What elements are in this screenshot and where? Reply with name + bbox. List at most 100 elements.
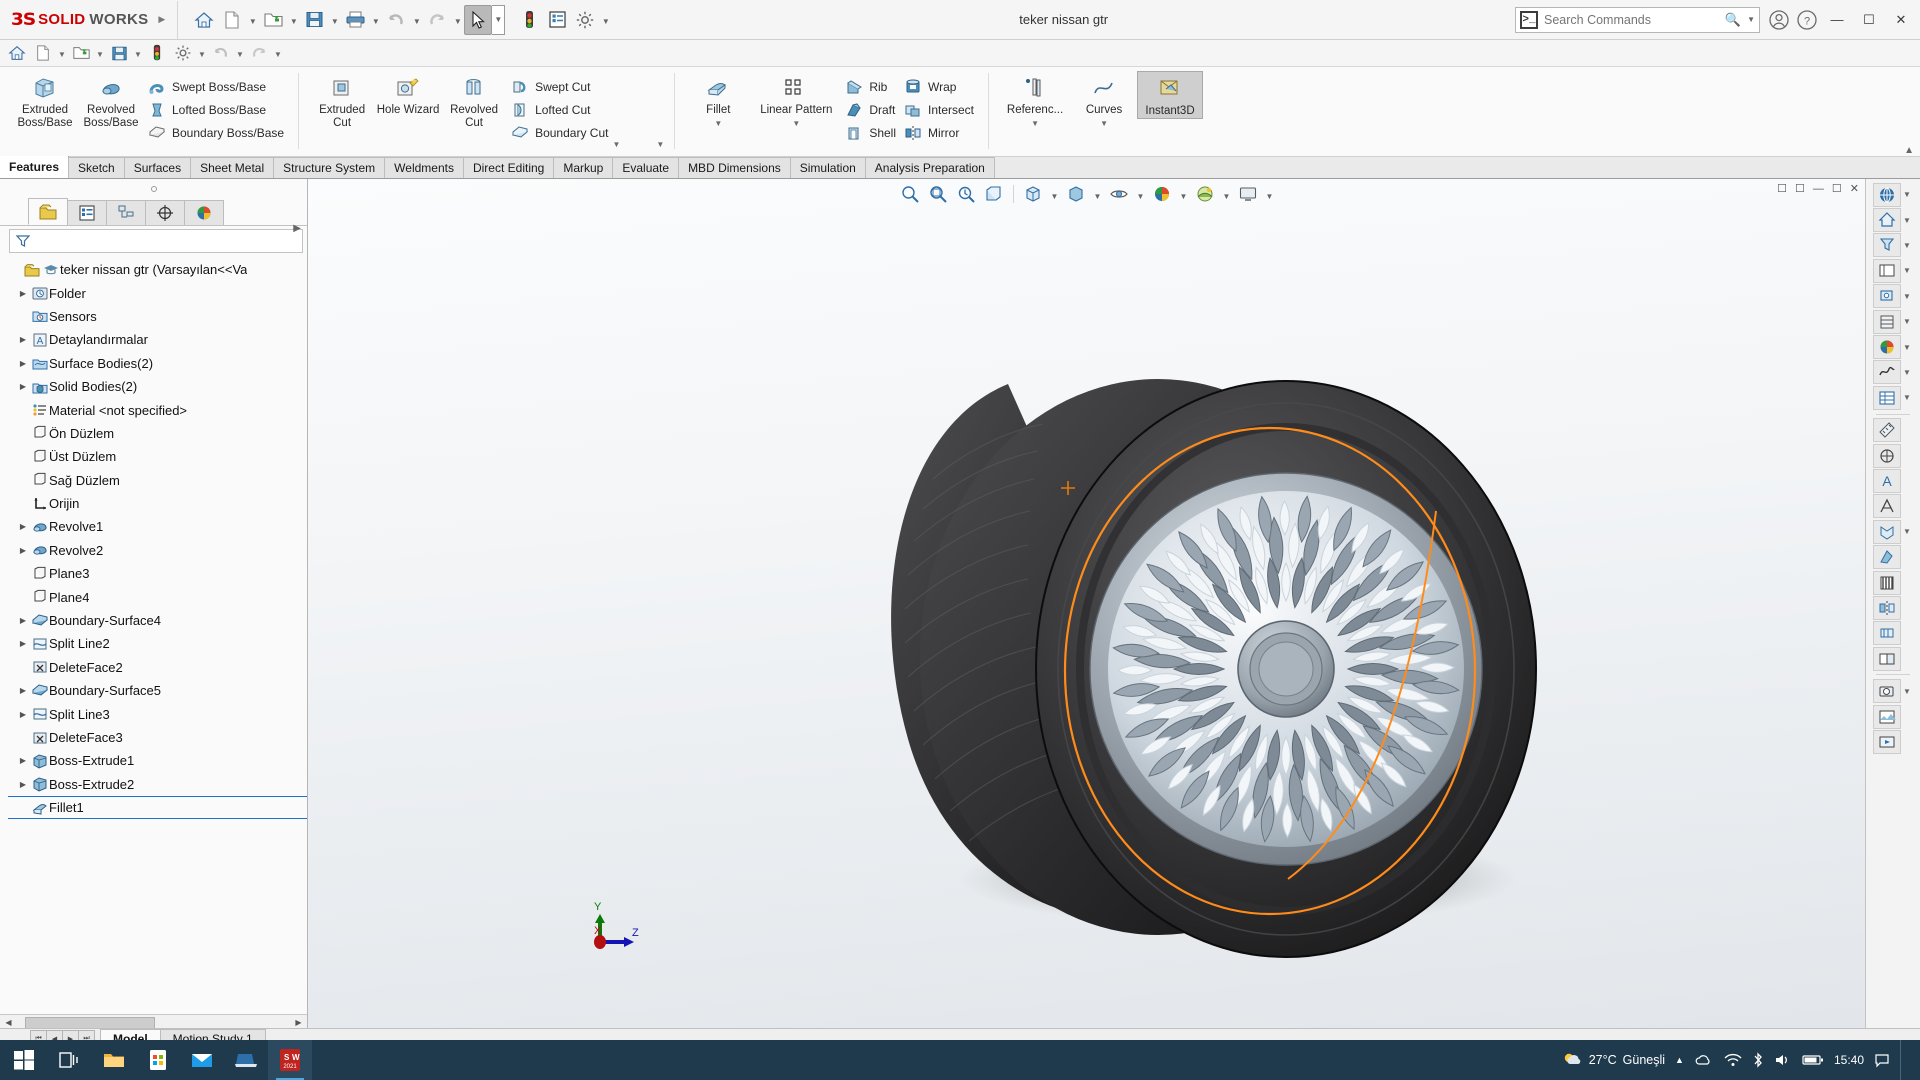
fillet-button[interactable]: Fillet ▼ [685,71,751,128]
open-dropdown[interactable]: ▼ [94,41,106,65]
lights-wave-item[interactable]: ▼ [1873,360,1913,385]
mirror-button[interactable]: Mirror [900,121,978,144]
display-manager-tab[interactable] [184,200,224,225]
symmetry-check-icon[interactable] [1873,596,1901,620]
mass-properties-icon[interactable] [1873,444,1901,468]
new-dropdown[interactable]: ▼ [56,41,68,65]
tab-sketch[interactable]: Sketch [68,157,125,178]
tab-evaluate[interactable]: Evaluate [612,157,679,178]
measure-icon[interactable] [1873,418,1901,442]
undo-icon[interactable] [208,41,234,65]
table-icon[interactable] [1873,386,1901,410]
expand-arrow-icon[interactable]: ▶ [16,359,30,368]
tree-item-split-line2[interactable]: ▶Split Line2 [8,632,307,655]
new-document-icon[interactable] [30,41,56,65]
section-properties-item[interactable]: ▼ [1873,309,1913,334]
swept-cut-button[interactable]: Swept Cut [507,75,612,98]
curvature-item[interactable]: ▼ [1873,519,1913,544]
thickness-analysis-item[interactable] [1873,621,1913,646]
compare-item[interactable] [1873,646,1913,671]
configuration-manager-tab[interactable] [106,200,146,225]
ribbon-collapse-icon[interactable]: ▲ [1904,145,1914,156]
redo-dropdown[interactable]: ▼ [451,5,464,35]
tree-item-st-d-zlem[interactable]: Üst Düzlem [8,445,307,468]
taskbar-clock[interactable]: 15:40 [1834,1054,1864,1067]
tree-item-orijin[interactable]: Orijin [8,492,307,515]
scroll-thumb[interactable] [25,1017,155,1029]
linear-pattern-dropdown[interactable]: ▼ [792,119,800,128]
new-document-icon[interactable] [218,5,246,35]
tree-item-folder[interactable]: ▶Folder [8,281,307,304]
wrap-button[interactable]: Wrap [900,75,978,98]
panel-expand-icon[interactable]: ▶ [293,223,301,234]
section-properties-caret[interactable]: ▼ [1901,317,1913,326]
tab-sheet-metal[interactable]: Sheet Metal [190,157,274,178]
hide-show-caret[interactable]: ▼ [1901,292,1913,301]
expand-arrow-icon[interactable]: ▶ [16,522,30,531]
redo-icon[interactable] [246,41,272,65]
tree-item-split-line3[interactable]: ▶Split Line3 [8,702,307,725]
revolved-cut-dropdown[interactable]: ▼ [656,136,664,149]
curves-button[interactable]: Curves ▼ [1071,71,1137,128]
tree-item-sa-d-zlem[interactable]: Sağ Düzlem [8,469,307,492]
redo-dropdown[interactable]: ▼ [272,41,284,65]
render-icon[interactable] [1873,705,1901,729]
search-icon[interactable]: 🔍 [1725,12,1741,28]
home-icon[interactable] [190,5,218,35]
draft-analysis-icon[interactable] [1873,545,1901,569]
windows-start-icon[interactable] [0,1040,48,1080]
gear-options-icon[interactable] [170,41,196,65]
scene-sphere-icon[interactable] [1873,335,1901,359]
tree-item-plane4[interactable]: Plane4 [8,585,307,608]
tree-item-solid-bodies-2[interactable]: ▶Solid Bodies(2) [8,375,307,398]
expand-arrow-icon[interactable]: ▶ [16,616,30,625]
tab-simulation[interactable]: Simulation [790,157,866,178]
appearance-filter-item[interactable]: ▼ [1873,233,1913,258]
motion-study-item[interactable] [1873,729,1913,754]
tab-structure-system[interactable]: Structure System [273,157,385,178]
tab-mbd-dimensions[interactable]: MBD Dimensions [678,157,791,178]
curvature-caret[interactable]: ▼ [1901,527,1913,536]
property-manager-tab[interactable] [67,200,107,225]
expand-arrow-icon[interactable]: ▶ [16,710,30,719]
lofted-cut-button[interactable]: Lofted Cut [507,98,612,121]
geometry-analysis-icon[interactable] [1873,494,1901,518]
motion-study-icon[interactable] [1873,730,1901,754]
tree-item-boundary-surface5[interactable]: ▶Boundary-Surface5 [8,679,307,702]
tab-markup[interactable]: Markup [553,157,613,178]
swept-boss-base-button[interactable]: Swept Boss/Base [144,75,288,98]
section-properties-icon[interactable] [1873,310,1901,334]
linear-pattern-button[interactable]: Linear Pattern ▼ [751,71,841,128]
compare-icon[interactable] [1873,647,1901,671]
options-dropdown[interactable]: ▼ [196,41,208,65]
render-item[interactable] [1873,704,1913,729]
onedrive-icon[interactable] [1694,1053,1714,1067]
help-icon[interactable]: ? [1794,7,1820,33]
reference-geometry-button[interactable]: Referenc... ▼ [999,71,1071,128]
minimize-button[interactable]: — [1822,5,1852,35]
appearance-filter-icon[interactable] [1873,233,1901,257]
tab-analysis-preparation[interactable]: Analysis Preparation [865,157,995,178]
tree-item-surface-bodies-2[interactable]: ▶Surface Bodies(2) [8,352,307,375]
expand-arrow-icon[interactable]: ▶ [16,335,30,344]
hide-show-item[interactable]: ▼ [1873,284,1913,309]
select-cursor-icon[interactable] [464,5,492,35]
remote-desktop-icon[interactable] [224,1040,268,1080]
undo-dropdown[interactable]: ▼ [410,5,423,35]
symmetry-check-item[interactable] [1873,595,1913,620]
user-account-icon[interactable] [1766,7,1792,33]
table-caret[interactable]: ▼ [1901,393,1913,402]
tree-item-n-d-zlem[interactable]: Ön Düzlem [8,422,307,445]
dimxpert-manager-tab[interactable] [145,200,185,225]
revolved-boss-base-button[interactable]: RevolvedBoss/Base [78,71,144,129]
curves-dropdown[interactable]: ▼ [1100,119,1108,128]
camera-item[interactable]: ▼ [1873,678,1913,703]
camera-caret[interactable]: ▼ [1901,687,1913,696]
panel-splitter-handle[interactable] [0,179,307,199]
tab-direct-editing[interactable]: Direct Editing [463,157,554,178]
undo-dropdown[interactable]: ▼ [234,41,246,65]
home-view-caret[interactable]: ▼ [1901,216,1913,225]
print-dropdown[interactable]: ▼ [369,5,382,35]
select-dropdown[interactable]: ▼ [492,5,505,35]
rebuild-icon[interactable] [515,5,543,35]
